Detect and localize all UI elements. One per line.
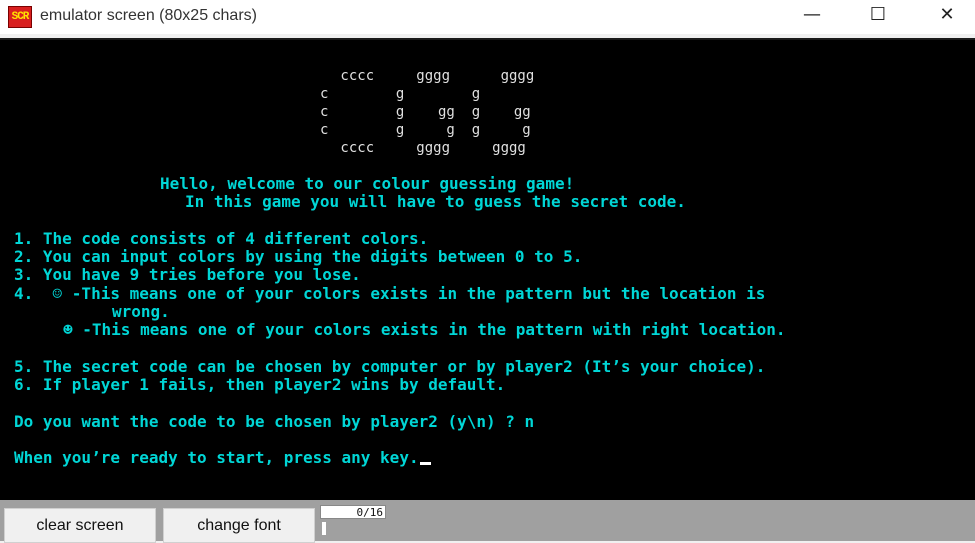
rule-4-line-3: ☻ -This means one of your colors exists … — [63, 320, 786, 339]
change-font-button[interactable]: change font — [163, 508, 315, 543]
counter-indicator — [322, 522, 326, 535]
rule-4-line-1: 4. ☺ -This means one of your colors exis… — [14, 284, 766, 303]
prompt-text: When you’re ready to start, press any ke… — [14, 448, 419, 467]
emulator-screen[interactable]: cccc gggg gggg c g g c g gg g gg c g g g… — [0, 38, 975, 502]
rule-2: 2. You can input colors by using the dig… — [14, 247, 583, 266]
rule-6: 6. If player 1 fails, then player2 wins … — [14, 375, 506, 394]
app-icon: SCR — [8, 6, 32, 28]
logo-line-1: cccc gggg gggg — [332, 68, 535, 84]
question-text: Do you want the code to be chosen by pla… — [14, 412, 535, 431]
maximize-button[interactable]: ☐ — [855, 0, 901, 30]
logo-line-2: c g g — [320, 86, 481, 102]
rule-4-line-2: wrong. — [112, 302, 170, 321]
logo-line-5: cccc gggg gggg — [332, 140, 526, 156]
text-cursor — [419, 462, 431, 465]
rule-3: 3. You have 9 tries before you lose. — [14, 265, 361, 284]
logo-line-4: c g g g g — [320, 122, 531, 138]
rule-5: 5. The secret code can be chosen by comp… — [14, 357, 766, 376]
rule-1: 1. The code consists of 4 different colo… — [14, 229, 429, 248]
title-bar: SCR emulator screen (80x25 chars) — ☐ ✕ — [0, 0, 975, 34]
window-title: emulator screen (80x25 chars) — [40, 7, 257, 24]
char-counter: 0/16 — [320, 505, 386, 519]
prompt-line: When you’re ready to start, press any ke… — [14, 449, 431, 467]
intro-text: In this game you will have to guess the … — [185, 192, 686, 211]
clear-screen-button[interactable]: clear screen — [4, 508, 156, 543]
close-button[interactable]: ✕ — [924, 0, 970, 30]
minimize-button[interactable]: — — [789, 0, 835, 30]
logo-line-3: c g gg g gg — [320, 104, 531, 120]
welcome-text: Hello, welcome to our colour guessing ga… — [160, 174, 575, 193]
